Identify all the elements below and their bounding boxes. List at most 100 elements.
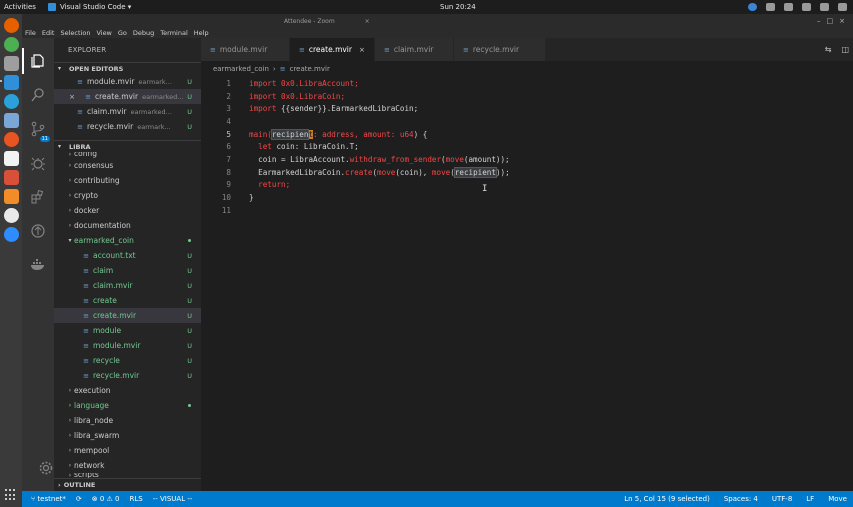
close-icon[interactable]: × [68, 93, 76, 101]
firefox-icon[interactable] [3, 18, 19, 33]
code-line-current: 5 main(recipient: address, amount: u64) … [201, 128, 853, 141]
file-item[interactable]: ≡ recycle U [54, 353, 201, 368]
show-applications-icon[interactable] [5, 489, 17, 501]
line-ending[interactable]: LF [806, 495, 814, 503]
mail-icon[interactable] [3, 170, 19, 185]
app-menu[interactable]: Visual Studio Code ▾ [47, 3, 131, 11]
tab-label: recycle.mvir [472, 45, 520, 54]
menu-go[interactable]: Go [118, 29, 127, 37]
folder-item[interactable]: › contributing [54, 173, 201, 188]
branch-name: testnet* [37, 495, 66, 503]
ubuntu-software-icon[interactable] [3, 132, 19, 147]
cursor-position[interactable]: Ln 5, Col 15 (9 selected) [624, 495, 710, 503]
file-item[interactable]: ≡ module.mvir U [54, 338, 201, 353]
vscode-dock-icon[interactable] [0, 75, 19, 90]
system-tray [748, 3, 847, 11]
folder-item[interactable]: › mempool [54, 443, 201, 458]
problems-indicator[interactable]: ⊗ 0 ⚠ 0 [92, 495, 120, 503]
folder-item[interactable]: › libra_swarm [54, 428, 201, 443]
zoom-tray-icon[interactable] [748, 3, 757, 11]
indicator-icon[interactable] [766, 3, 775, 11]
volume-icon[interactable] [820, 3, 829, 11]
file-icon: ≡ [85, 92, 91, 101]
project-section[interactable]: ▾ LIBRA [54, 140, 201, 152]
menu-help[interactable]: Help [194, 29, 209, 37]
file-item[interactable]: ≡ create U [54, 293, 201, 308]
explorer-icon[interactable] [22, 44, 54, 78]
tab-claim-mvir[interactable]: ≡ claim.mvir [375, 38, 454, 61]
window-tab-close-icon[interactable]: × [365, 18, 370, 25]
chrome-icon[interactable] [3, 37, 19, 52]
system-clock[interactable]: Sun 20:24 [440, 3, 476, 11]
open-editor-item[interactable]: ≡ claim.mvir earmarked... U [54, 104, 201, 119]
file-item[interactable]: ≡ module U [54, 323, 201, 338]
open-editor-item[interactable]: ≡ module.mvir earmark... U [54, 74, 201, 89]
menu-selection[interactable]: Selection [60, 29, 90, 37]
files-icon[interactable] [3, 56, 19, 71]
minimize-icon[interactable]: – [817, 17, 821, 25]
folder-name: network [74, 461, 105, 470]
virtualbox-icon[interactable] [3, 113, 19, 128]
clipboard-icon[interactable] [784, 3, 793, 11]
folder-item[interactable]: › documentation [54, 218, 201, 233]
split-editor-icon[interactable]: ◫ [841, 45, 849, 54]
code-editor[interactable]: 1 import 0x0.LibraAccount; 2 import 0x0.… [201, 77, 853, 491]
breadcrumb-file[interactable]: create.mvir [290, 65, 330, 73]
indentation[interactable]: Spaces: 4 [724, 495, 758, 503]
tab-recycle-mvir[interactable]: ≡ recycle.mvir [454, 38, 546, 61]
folder-item[interactable]: › crypto [54, 188, 201, 203]
debug-icon[interactable] [22, 146, 54, 180]
language-mode[interactable]: Move [828, 495, 847, 503]
activities-button[interactable]: Activities [4, 3, 36, 11]
file-item[interactable]: ≡ claim U [54, 263, 201, 278]
folder-item-expanded[interactable]: ▾ earmarked_coin [54, 233, 201, 248]
file-name: create.mvir [93, 311, 137, 320]
folder-item[interactable]: › docker [54, 203, 201, 218]
text-editor-icon[interactable] [3, 151, 19, 166]
source-control-icon[interactable]: 11 [22, 112, 54, 146]
menu-debug[interactable]: Debug [133, 29, 154, 37]
folder-item[interactable]: › execution [54, 383, 201, 398]
zoom-dock-icon[interactable] [3, 227, 19, 242]
code-text: import 0x0.LibraAccount; [249, 78, 359, 88]
breadcrumb-folder[interactable]: earmarked_coin [213, 65, 269, 73]
encoding[interactable]: UTF-8 [772, 495, 792, 503]
open-editor-item-active[interactable]: × ≡ create.mvir earmarked... U [54, 89, 201, 104]
close-window-icon[interactable]: × [839, 17, 845, 25]
folder-item[interactable]: › network [54, 458, 201, 473]
compare-icon[interactable]: ⇆ [825, 45, 832, 54]
file-item-active[interactable]: ≡ create.mvir U [54, 308, 201, 323]
menu-file[interactable]: File [25, 29, 36, 37]
rls-status[interactable]: RLS [130, 495, 143, 503]
extensions-icon[interactable] [22, 180, 54, 214]
docker-icon[interactable] [22, 248, 54, 282]
gitlens-icon[interactable] [22, 214, 54, 248]
folder-item[interactable]: › language [54, 398, 201, 413]
maximize-icon[interactable]: □ [827, 17, 834, 25]
close-tab-icon[interactable]: × [359, 46, 365, 54]
power-icon[interactable] [838, 3, 847, 11]
search-icon[interactable] [22, 78, 54, 112]
network-icon[interactable] [802, 3, 811, 11]
open-editor-item[interactable]: ≡ recycle.mvir earmark... U [54, 119, 201, 134]
telegram-icon[interactable] [3, 94, 19, 109]
file-item[interactable]: ≡ account.txt U [54, 248, 201, 263]
window-title-bar: Attendee - Zoom × – □ × [22, 14, 853, 28]
git-status-badge: U [187, 356, 192, 365]
menu-terminal[interactable]: Terminal [160, 29, 187, 37]
chromium-icon[interactable] [3, 208, 19, 223]
tab-module-mvir[interactable]: ≡ module.mvir [201, 38, 290, 61]
outline-section[interactable]: › OUTLINE [54, 478, 201, 491]
sublime-icon[interactable] [3, 189, 19, 204]
menu-view[interactable]: View [96, 29, 111, 37]
file-icon: ≡ [83, 371, 89, 380]
sync-icon[interactable]: ⟳ [76, 495, 82, 503]
folder-item[interactable]: › libra_node [54, 413, 201, 428]
tab-create-mvir[interactable]: ≡ create.mvir × [290, 38, 375, 61]
file-item[interactable]: ≡ recycle.mvir U [54, 368, 201, 383]
folder-item[interactable]: › consensus [54, 158, 201, 173]
menu-edit[interactable]: Edit [42, 29, 55, 37]
open-editors-section[interactable]: ▾ OPEN EDITORS [54, 62, 201, 74]
file-item[interactable]: ≡ claim.mvir U [54, 278, 201, 293]
branch-indicator[interactable]: ⑂ testnet* [31, 495, 66, 503]
